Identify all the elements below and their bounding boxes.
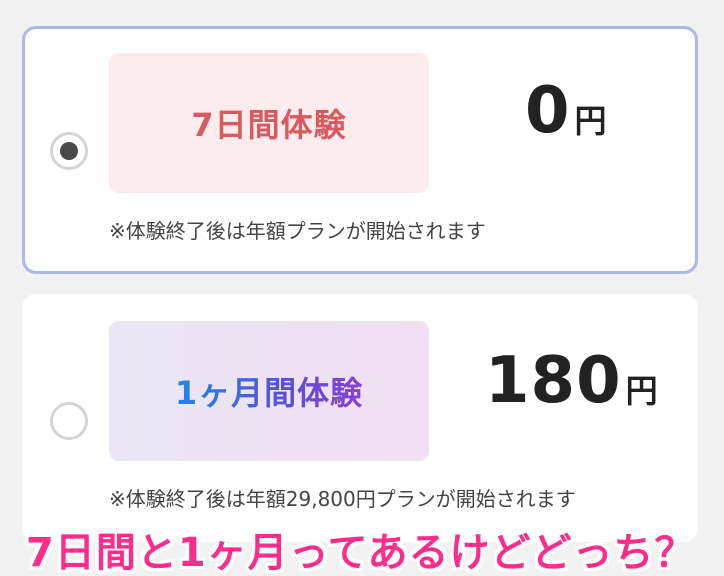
plan-option-1month[interactable]: 1ヶ月間体験 180 円 ※体験終了後は年額29,800円プランが開始されます xyxy=(22,294,698,542)
plan-note-7day: ※体験終了後は年額プランが開始されます xyxy=(109,219,486,243)
plan-price-1month: 180 円 xyxy=(485,349,658,413)
plan-option-7day[interactable]: 7日間体験 0 円 ※体験終了後は年額プランが開始されます xyxy=(22,26,698,274)
radio-button-7day[interactable] xyxy=(50,132,88,170)
plan-label-1month: 1ヶ月間体験 xyxy=(175,368,363,414)
plan-label-box-1month: 1ヶ月間体験 xyxy=(109,321,429,461)
radio-selected-dot xyxy=(60,142,78,160)
radio-button-1month[interactable] xyxy=(50,402,88,440)
price-unit: 円 xyxy=(625,372,658,410)
price-amount: 0 xyxy=(525,74,571,148)
plan-label-box-7day: 7日間体験 xyxy=(109,53,429,193)
plan-price-7day: 0 円 xyxy=(525,79,607,143)
price-amount: 180 xyxy=(485,344,622,418)
price-unit: 円 xyxy=(574,102,607,140)
plan-label-7day: 7日間体験 xyxy=(191,106,347,144)
overlay-caption: 7日間と1ヶ月ってあるけどどっち？ xyxy=(26,530,696,576)
plan-note-1month: ※体験終了後は年額29,800円プランが開始されます xyxy=(109,487,576,511)
